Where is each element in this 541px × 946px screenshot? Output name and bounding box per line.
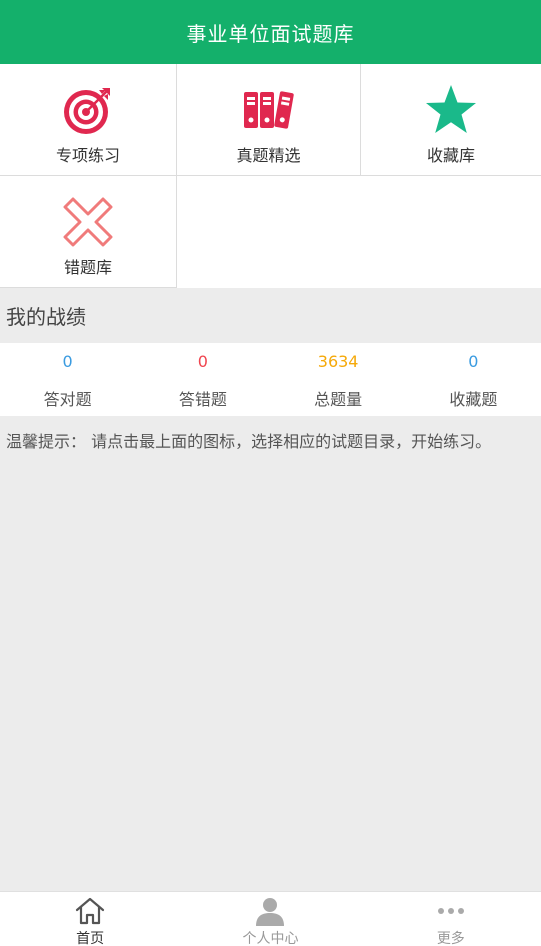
stats-panel: 0 答对题 0 答错题 3634 总题量 0 收藏题 — [0, 343, 541, 416]
tab-home[interactable]: 首页 — [0, 892, 180, 946]
stat-label: 总题量 — [314, 390, 363, 409]
stat-value: 0 — [468, 352, 479, 371]
stat-value: 3634 — [317, 352, 359, 371]
stat-total: 3634 总题量 — [271, 343, 406, 416]
tab-more[interactable]: 更多 — [361, 892, 541, 946]
app-header: 事业单位面试题库 — [0, 0, 541, 64]
cross-icon — [60, 194, 116, 250]
grid-item-wrong-answers[interactable]: 错题库 — [0, 176, 177, 288]
grid-item-past-exams[interactable]: 真题精选 — [177, 64, 361, 176]
grid-item-special-practice[interactable]: 专项练习 — [0, 64, 177, 176]
stat-label: 答对题 — [43, 390, 92, 409]
home-icon — [74, 896, 106, 926]
stat-favorites: 0 收藏题 — [406, 343, 541, 416]
person-icon — [254, 896, 286, 926]
target-icon — [60, 82, 116, 138]
tab-label: 个人中心 — [242, 931, 299, 946]
record-section-title: 我的战绩 — [0, 288, 541, 343]
grid-item-label: 专项练习 — [55, 146, 120, 165]
grid-item-favorites[interactable]: 收藏库 — [361, 64, 541, 176]
stat-correct: 0 答对题 — [0, 343, 135, 416]
grid-item-label: 错题库 — [63, 258, 112, 277]
binders-icon — [241, 82, 297, 138]
category-grid: 专项练习 真题精选 收藏库 错题库 — [0, 64, 541, 288]
app-screen: 事业单位面试题库 专项练习 真题精选 收藏库 错题库 我的战绩 0 答对题 0 … — [0, 0, 541, 946]
stat-label: 答错题 — [178, 390, 227, 409]
tab-label: 更多 — [436, 931, 465, 946]
record-title: 我的战绩 — [6, 305, 86, 329]
stat-label: 收藏题 — [449, 390, 498, 409]
star-icon — [423, 82, 479, 138]
page-title: 事业单位面试题库 — [186, 21, 355, 46]
grid-item-label: 收藏库 — [426, 146, 475, 165]
bottom-tab-bar: 首页 个人中心 更多 — [0, 891, 541, 946]
more-dots-icon — [435, 896, 467, 926]
tab-label: 首页 — [76, 931, 105, 946]
stat-value: 0 — [62, 352, 73, 371]
grid-item-label: 真题精选 — [236, 146, 301, 165]
stat-wrong: 0 答错题 — [135, 343, 270, 416]
tab-personal-center[interactable]: 个人中心 — [180, 892, 360, 946]
stat-value: 0 — [197, 352, 208, 371]
tip-text: 温馨提示： 请点击最上面的图标，选择相应的试题目录，开始练习。 — [6, 432, 492, 451]
